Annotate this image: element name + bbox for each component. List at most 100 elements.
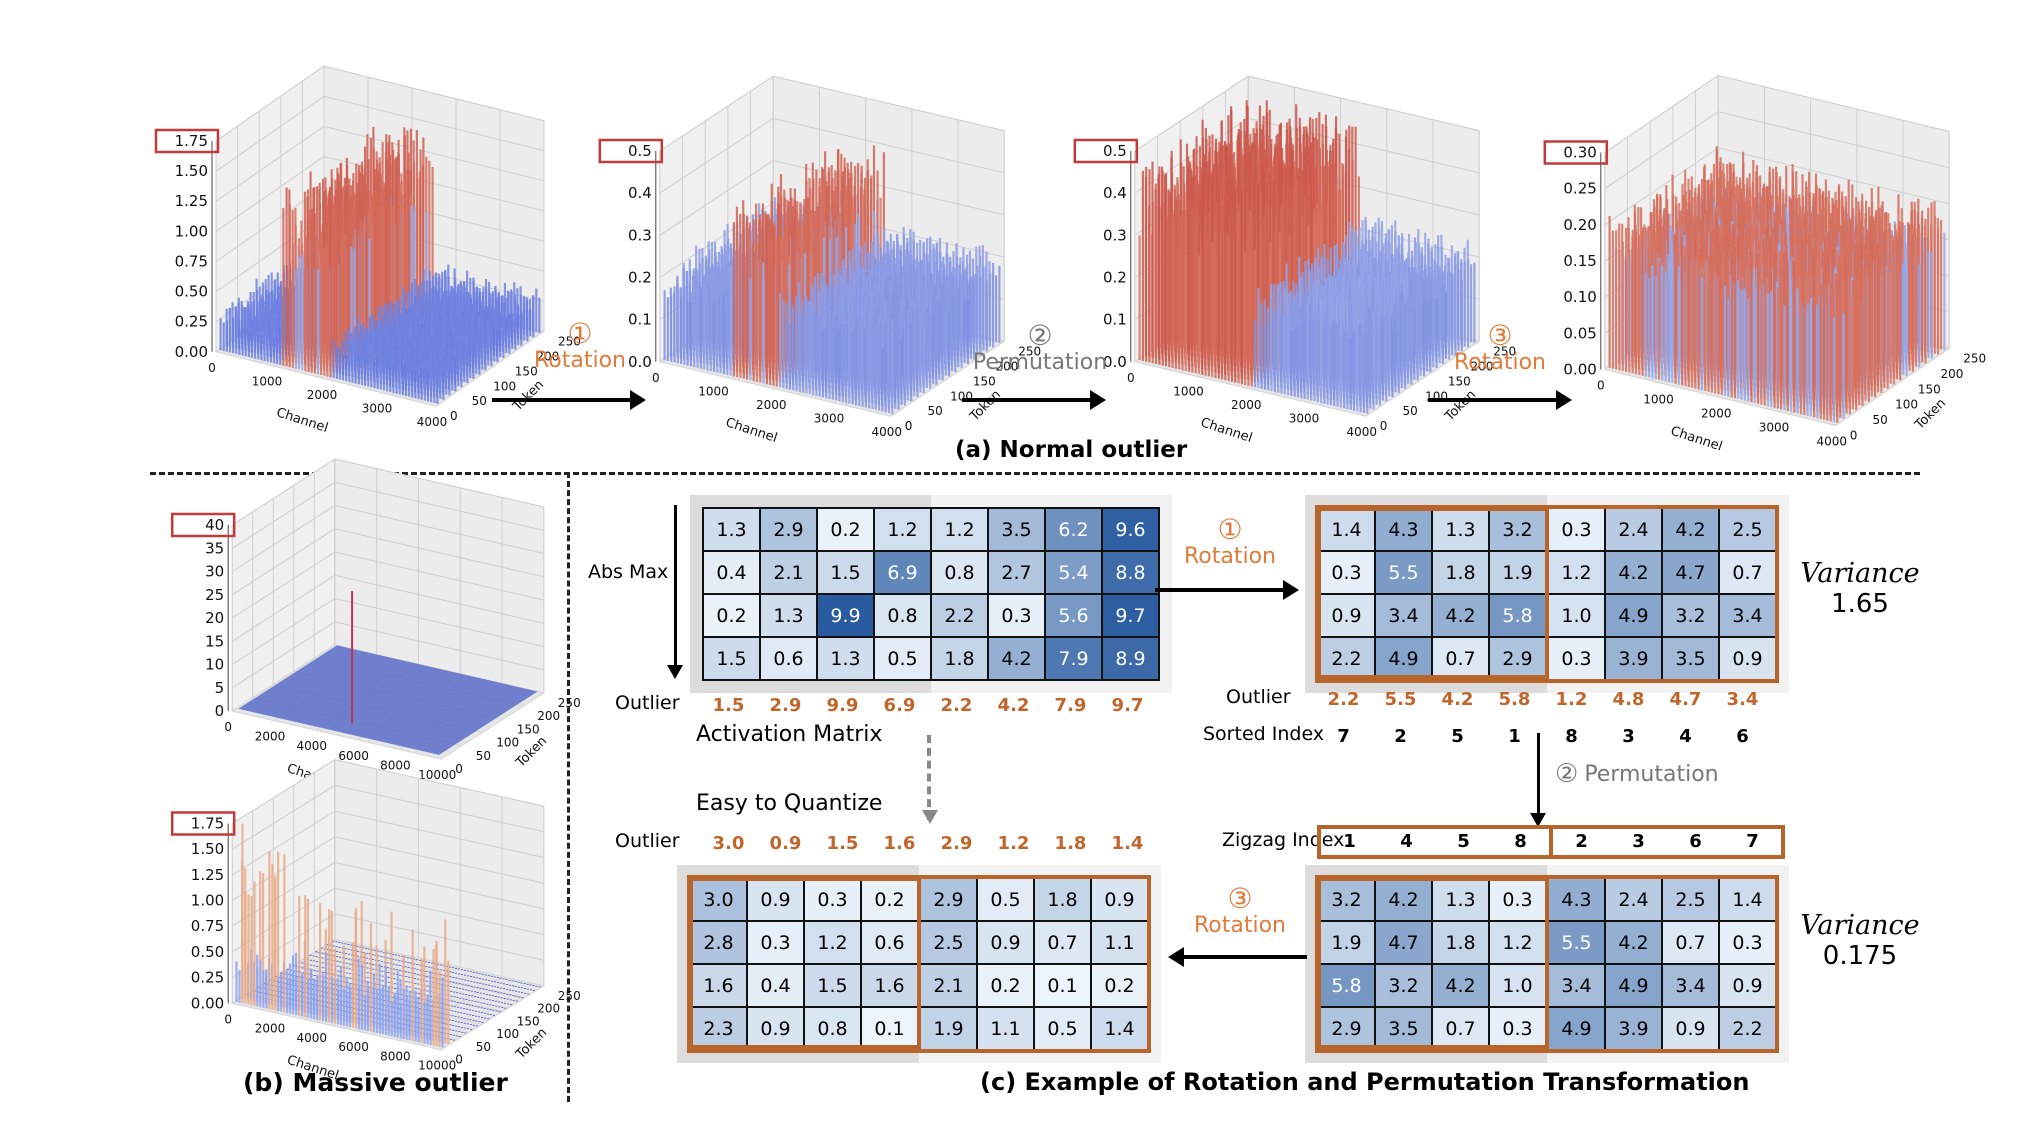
matrix-row: 2.9 3.5 0.7 0.3 4.9 3.9 0.9 2.2 [1317, 1006, 1777, 1051]
matrix-cell: 3.9 [1604, 1006, 1663, 1051]
z-tick-label: 0.50 [191, 943, 224, 961]
y-tick-label: 150 [517, 1014, 540, 1028]
permuted-matrix: 3.2 4.2 1.3 0.3 4.3 2.4 2.5 1.4 1.9 4.7 1.8 1.2 5.5 4… [1305, 865, 1789, 1063]
variance-rotated: Variance 1.65 [1790, 558, 1930, 619]
x-tick-label: 4000 [297, 739, 328, 753]
matrix-cell: 2.9 [1488, 636, 1548, 681]
y-tick-label: 50 [472, 394, 487, 408]
index-value: 1.2 [997, 833, 1030, 854]
y-tick-label: 100 [496, 1027, 519, 1041]
x-tick-label: 1000 [1643, 393, 1674, 407]
step-label: Permutation [972, 350, 1108, 375]
y-tick-label: 50 [476, 1040, 491, 1054]
dashed-arrow-down-icon [922, 735, 938, 824]
divider-horizontal [150, 472, 1920, 475]
z-tick-label: 15 [205, 632, 224, 650]
matrix-cell: 0.8 [873, 593, 932, 638]
matrix-cell: 1.2 [873, 507, 932, 552]
index-value: 5 [1457, 831, 1470, 852]
y-tick-label: 150 [1448, 374, 1471, 388]
x-tick-label: 2000 [756, 398, 787, 412]
y-tick-label: 50 [1402, 404, 1417, 418]
matrix-cell: 3.4 [1545, 963, 1606, 1008]
x-tick-label: 4000 [297, 1031, 328, 1045]
z-tick-label: 0.4 [628, 184, 652, 202]
matrix-row: 2.3 0.9 0.8 0.1 1.9 1.1 0.5 1.4 [689, 1006, 1149, 1051]
x-tick-label: 0 [224, 1012, 232, 1026]
activation-outliers: 1.5 2.9 9.9 6.9 2.2 4.2 7.9 9.7 [700, 695, 1156, 716]
surface-svg: 0.00.10.20.30.40.501000200030004000Chann… [1073, 75, 1516, 446]
matrix-cell: 8.9 [1101, 636, 1160, 681]
index-value: 8 [1565, 726, 1578, 747]
z-tick-label: 0.5 [628, 142, 652, 160]
matrix-cell: 2.9 [1317, 1006, 1376, 1051]
matrix-cell: 2.4 [1604, 507, 1663, 552]
rotated-matrix: 1.4 4.3 1.3 3.2 0.3 2.4 4.2 2.5 0.3 5.5 1.8 1.9 1.2 4… [1305, 495, 1789, 693]
matrix-cell: 0.6 [759, 636, 818, 681]
surface-svg: 0.00.10.20.30.40.501000200030004000Chann… [598, 75, 1041, 446]
y-tick-label: 0 [455, 1053, 463, 1067]
matrix-cell: 4.2 [1374, 877, 1433, 922]
matrix-cell: 2.9 [917, 877, 978, 922]
step-number: ③ [1487, 319, 1513, 352]
index-value: 5.5 [1384, 689, 1417, 710]
matrix-cell: 1.2 [1488, 920, 1548, 965]
z-tick-label: 35 [205, 539, 224, 557]
matrix-cell: 0.9 [976, 920, 1035, 965]
matrix-cell: 1.6 [860, 963, 920, 1008]
matrix-cell: 2.8 [689, 920, 748, 965]
z-axis: 0 5 10 15 20 25 30 35 40 [170, 512, 236, 720]
matrix-cell: 4.2 [1431, 593, 1490, 638]
x-tick-label: 3000 [1759, 421, 1790, 435]
x-tick-label: 0 [224, 720, 232, 734]
step-label: Permutation [1584, 761, 1719, 787]
z-tick-label: 0.25 [175, 313, 208, 331]
matrix-cell: 0.7 [1661, 920, 1720, 965]
matrix-cell: 0.3 [1545, 507, 1606, 552]
index-value: 6 [1736, 726, 1749, 747]
matrix-row: 0.4 2.1 1.5 6.9 0.8 2.7 5.4 8.8 [702, 550, 1160, 595]
index-value: 9.9 [826, 695, 859, 716]
arrow-right-icon [1428, 390, 1572, 410]
caption-normal-outlier: (a) Normal outlier [955, 437, 1188, 463]
y-tick-label: 50 [476, 749, 491, 763]
y-tick-label: 150 [517, 722, 540, 736]
matrix-cell: 6.2 [1044, 507, 1103, 552]
index-value: 7 [1746, 831, 1759, 852]
x-tick-label: 3000 [362, 402, 393, 416]
z-tick-label: 0.20 [1563, 216, 1596, 234]
matrix-cell: 1.0 [1545, 593, 1606, 638]
z-tick-label: 0.4 [1103, 184, 1127, 202]
matrix-cell: 0.2 [1090, 963, 1149, 1008]
y-tick-label: 200 [537, 1002, 560, 1016]
matrix-cell: 3.4 [1374, 593, 1433, 638]
matrix-row: 1.5 0.6 1.3 0.5 1.8 4.2 7.9 8.9 [702, 636, 1160, 681]
x-axis-label: Channel [274, 405, 329, 436]
index-value: 1.5 [826, 833, 859, 854]
matrix-cell: 3.2 [1488, 507, 1548, 552]
x-tick-label: 4000 [1817, 435, 1848, 449]
matrix-row: 2.8 0.3 1.2 0.6 2.5 0.9 0.7 1.1 [689, 920, 1149, 965]
matrix-cell: 3.4 [1718, 593, 1777, 638]
matrix-cell: 0.2 [816, 507, 875, 552]
max-value-highlight [170, 512, 236, 538]
z-tick-label: 5 [215, 679, 225, 697]
matrix-row: 1.6 0.4 1.5 1.6 2.1 0.2 0.1 0.2 [689, 963, 1149, 1008]
activation-matrix: 1.3 2.9 0.2 1.2 1.2 3.5 6.2 9.6 0.4 2.1 1.5 6.9 0.8 2… [690, 495, 1172, 693]
matrix-cell: 0.5 [1033, 1006, 1092, 1051]
matrix-cell: 0.9 [746, 1006, 805, 1051]
matrix-cell: 1.2 [803, 920, 862, 965]
matrix-cell: 0.3 [1488, 877, 1548, 922]
matrix-cell: 1.6 [689, 963, 748, 1008]
matrix-cell: 0.9 [1718, 963, 1777, 1008]
matrix-cell: 4.2 [1661, 507, 1720, 552]
matrix-cell: 0.2 [976, 963, 1035, 1008]
easy-to-quantize-label: Easy to Quantize [696, 791, 883, 816]
variance-permuted: Variance 0.175 [1790, 910, 1930, 971]
matrix-cell: 0.6 [860, 920, 920, 965]
matrix-cell: 1.9 [1317, 920, 1376, 965]
z-tick-label: 0.3 [1103, 226, 1127, 244]
matrix-cell: 1.4 [1718, 877, 1777, 922]
z-tick-label: 20 [205, 609, 224, 627]
matrix-cell: 2.5 [917, 920, 978, 965]
